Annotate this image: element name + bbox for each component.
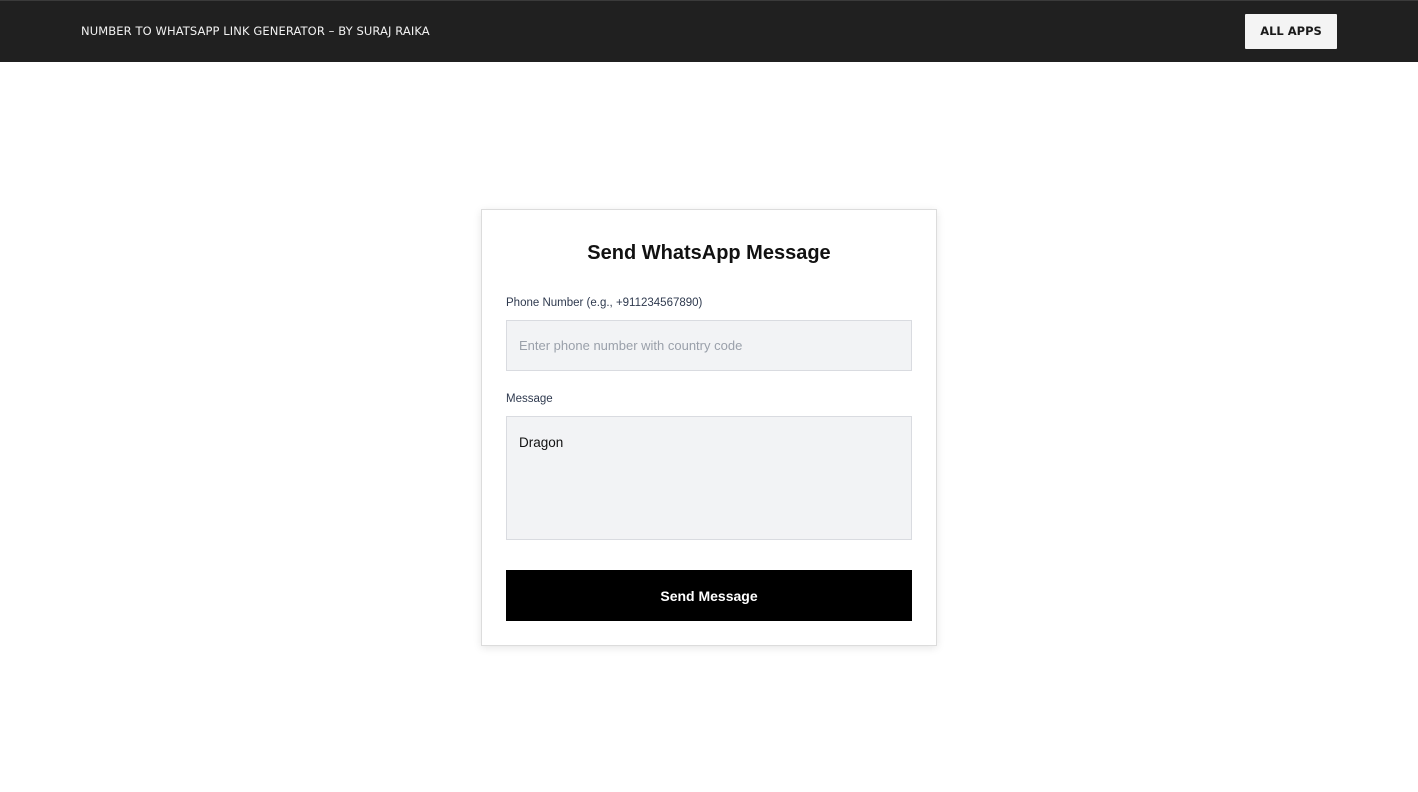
whatsapp-form-card: Send WhatsApp Message Phone Number (e.g.…	[481, 209, 937, 646]
phone-number-input[interactable]	[506, 320, 912, 371]
send-message-button[interactable]: Send Message	[506, 570, 912, 621]
message-label: Message	[506, 393, 553, 405]
message-textarea[interactable]: Dragon	[506, 416, 912, 540]
all-apps-button[interactable]: ALL APPS	[1245, 14, 1337, 49]
site-title: NUMBER TO WHATSAPP LINK GENERATOR – BY S…	[81, 24, 430, 38]
top-navigation-bar: NUMBER TO WHATSAPP LINK GENERATOR – BY S…	[0, 0, 1418, 62]
form-title: Send WhatsApp Message	[587, 242, 831, 264]
phone-number-label: Phone Number (e.g., +911234567890)	[506, 297, 703, 309]
